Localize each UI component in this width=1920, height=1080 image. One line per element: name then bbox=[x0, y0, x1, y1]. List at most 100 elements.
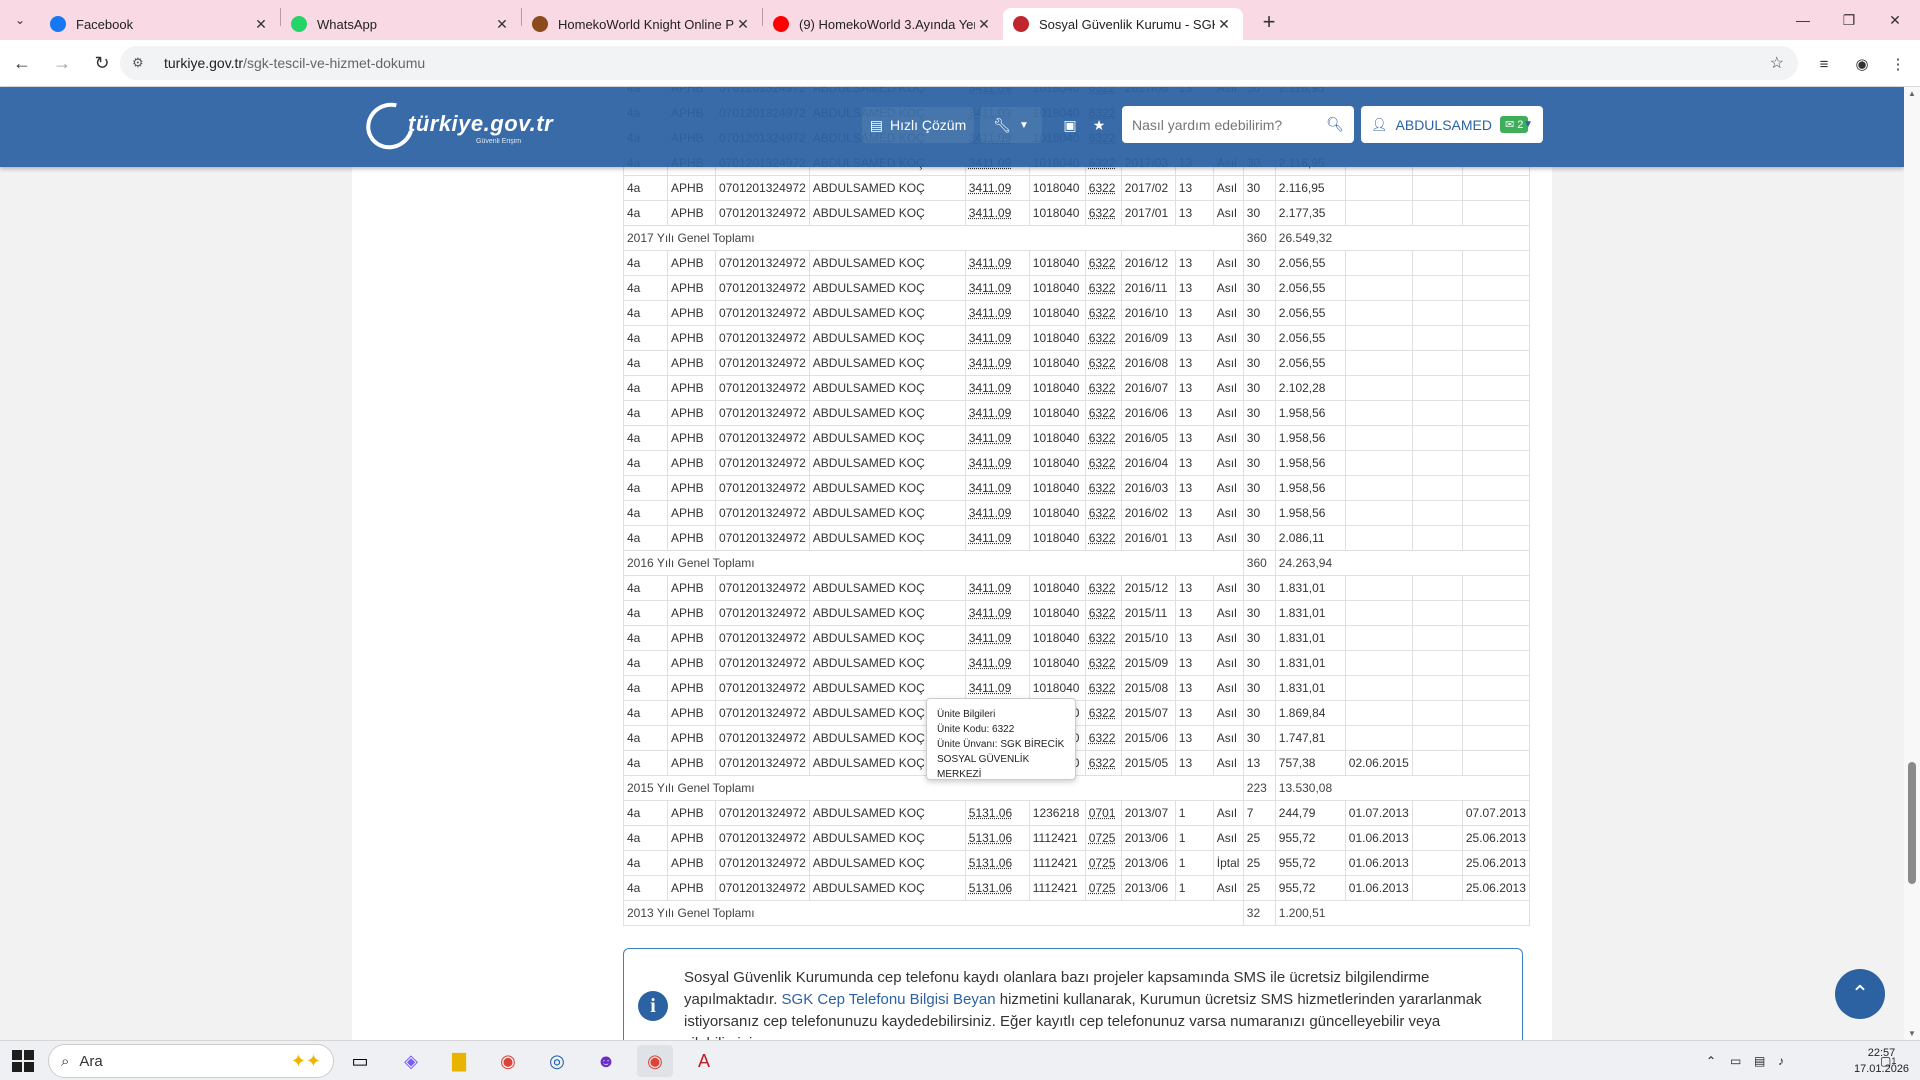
browser-menu-icon[interactable]: ⋮ bbox=[1882, 48, 1914, 80]
table-cell: 0701201324972 bbox=[715, 575, 810, 601]
unit-code-cell[interactable]: 0701 bbox=[1084, 800, 1122, 826]
unit-code-cell[interactable]: 6322 bbox=[1084, 600, 1122, 626]
unit-code-cell[interactable]: 6322 bbox=[1084, 450, 1122, 476]
table-row: 4aAPHB0701201324972ABDULSAMED KOÇ3411.09… bbox=[623, 300, 1530, 326]
table-cell: 25.06.2013 bbox=[1461, 825, 1530, 851]
unit-code-cell[interactable]: 6322 bbox=[1084, 325, 1122, 351]
browser-tab[interactable]: WhatsApp ✕ bbox=[281, 8, 521, 40]
unit-code-cell[interactable]: 6322 bbox=[1084, 300, 1122, 326]
turkiye-gov-logo[interactable]: türkiye.gov.tr Güvenli Erişim bbox=[357, 94, 566, 158]
volume-icon[interactable]: ♪ bbox=[1778, 1041, 1784, 1080]
chrome-app-icon[interactable]: ◉ bbox=[490, 1045, 526, 1077]
table-row: 4aAPHB0701201324972ABDULSAMED KOÇ3411.09… bbox=[623, 500, 1530, 526]
table-cell bbox=[1411, 625, 1463, 651]
scroll-to-top-button[interactable]: ⌃ bbox=[1835, 969, 1885, 1019]
browser-tab[interactable]: Facebook ✕ bbox=[40, 8, 280, 40]
browser-tab[interactable]: Sosyal Güvenlik Kurumu - SGK T ✕ bbox=[1003, 8, 1243, 40]
tools-dropdown-button[interactable]: 🔧︎ ▼ bbox=[980, 107, 1042, 143]
unit-code-cell[interactable]: 6322 bbox=[1084, 350, 1122, 376]
scrollbar-thumb[interactable] bbox=[1908, 762, 1916, 884]
copilot-app-icon[interactable]: ◈ bbox=[393, 1045, 429, 1077]
year-total-row: 2015 Yılı Genel Toplamı 223 13.530,08 bbox=[623, 775, 1530, 801]
unit-code-cell[interactable]: 6322 bbox=[1084, 575, 1122, 601]
tab-close-icon[interactable]: ✕ bbox=[493, 16, 511, 33]
task-view-icon[interactable]: ▭ bbox=[342, 1045, 378, 1077]
new-tab-button[interactable]: + bbox=[1251, 4, 1287, 40]
reload-button[interactable]: ↻ bbox=[84, 45, 120, 81]
battery-icon[interactable]: ▭ bbox=[1730, 1041, 1741, 1080]
unit-code-cell[interactable]: 6322 bbox=[1084, 200, 1122, 226]
unit-code-cell[interactable]: 0725 bbox=[1084, 875, 1122, 901]
windows-start-icon[interactable] bbox=[12, 1050, 34, 1072]
unit-code-cell[interactable]: 6322 bbox=[1084, 725, 1122, 751]
user-menu-button[interactable]: 👤︎ ABDULSAMED ✉ 2 ▼ bbox=[1361, 106, 1543, 143]
tab-search-button[interactable]: ⌄ bbox=[0, 0, 40, 40]
unit-code-cell[interactable]: 6322 bbox=[1084, 275, 1122, 301]
table-cell bbox=[1411, 750, 1463, 776]
unit-code-cell[interactable]: 6322 bbox=[1084, 375, 1122, 401]
tray-chevron-up-icon[interactable]: ⌃ bbox=[1706, 1041, 1716, 1080]
browser-tab[interactable]: HomekoWorld Knight Online Pv ✕ bbox=[522, 8, 762, 40]
media-control-icon[interactable]: ≡ bbox=[1808, 48, 1840, 80]
scroll-down-arrow-icon[interactable]: ▼ bbox=[1904, 1029, 1920, 1038]
network-icon[interactable]: ▤ bbox=[1754, 1041, 1765, 1080]
restore-button[interactable]: ❐ bbox=[1826, 0, 1872, 40]
id-card-icon[interactable]: ▣ bbox=[1056, 107, 1084, 143]
site-info-icon[interactable]: ⚙ bbox=[132, 55, 152, 71]
unit-code-cell[interactable]: 6322 bbox=[1084, 425, 1122, 451]
unit-code-cell[interactable]: 6322 bbox=[1084, 250, 1122, 276]
quick-solution-button[interactable]: ▤ Hızlı Çözüm bbox=[862, 107, 974, 143]
bookmark-star-icon[interactable]: ☆ bbox=[1770, 53, 1784, 73]
table-cell: 1.831,01 bbox=[1274, 600, 1346, 626]
table-cell: Asıl bbox=[1212, 425, 1244, 451]
unit-code-cell[interactable]: 6322 bbox=[1084, 500, 1122, 526]
taskbar-search[interactable]: ⌕ Ara ✦✦ bbox=[48, 1044, 334, 1078]
close-window-button[interactable]: ✕ bbox=[1872, 0, 1918, 40]
unit-code-cell[interactable]: 0725 bbox=[1084, 850, 1122, 876]
unit-code-cell[interactable]: 6322 bbox=[1084, 650, 1122, 676]
table-cell: 13 bbox=[1174, 375, 1214, 401]
table-cell: 0701201324972 bbox=[715, 725, 810, 751]
table-cell: 1.958,56 bbox=[1274, 475, 1346, 501]
scroll-up-arrow-icon[interactable]: ▲ bbox=[1904, 89, 1920, 98]
table-row: 4aAPHB0701201324972ABDULSAMED KOÇ3411.09… bbox=[623, 175, 1530, 201]
page-scrollbar[interactable]: ▲ ▼ bbox=[1904, 87, 1920, 1040]
unit-code-cell[interactable]: 6322 bbox=[1084, 625, 1122, 651]
table-cell: 1018040 bbox=[1028, 275, 1086, 301]
table-cell: APHB bbox=[667, 525, 716, 551]
table-cell: 2013/07 bbox=[1120, 800, 1176, 826]
table-cell: 3411.09 bbox=[964, 325, 1030, 351]
table-cell: 3411.09 bbox=[964, 400, 1030, 426]
tab-close-icon[interactable]: ✕ bbox=[975, 16, 993, 33]
unit-code-cell[interactable]: 6322 bbox=[1084, 475, 1122, 501]
forward-button[interactable]: → bbox=[44, 45, 80, 81]
back-button[interactable]: ← bbox=[4, 45, 40, 81]
unit-code-cell[interactable]: 6322 bbox=[1084, 175, 1122, 201]
favorites-star-icon[interactable]: ★ bbox=[1086, 107, 1112, 143]
table-cell: 25 bbox=[1242, 825, 1276, 851]
app-circle-icon[interactable]: ◎ bbox=[539, 1045, 575, 1077]
unit-code-cell[interactable]: 6322 bbox=[1084, 525, 1122, 551]
unit-code-cell[interactable]: 0725 bbox=[1084, 825, 1122, 851]
unit-code-cell[interactable]: 6322 bbox=[1084, 700, 1122, 726]
tab-close-icon[interactable]: ✕ bbox=[252, 16, 270, 33]
tab-close-icon[interactable]: ✕ bbox=[1215, 16, 1233, 33]
unit-code-cell[interactable]: 6322 bbox=[1084, 400, 1122, 426]
acrobat-app-icon[interactable]: A bbox=[686, 1045, 722, 1077]
discord-app-icon[interactable]: ☻ bbox=[588, 1045, 624, 1077]
unit-code-cell[interactable]: 6322 bbox=[1084, 750, 1122, 776]
chrome-active-app-icon[interactable]: ◉ bbox=[637, 1045, 673, 1077]
search-icon[interactable]: 🔍︎ bbox=[1326, 116, 1344, 133]
profile-avatar[interactable]: ◉ bbox=[1846, 48, 1878, 80]
sgk-phone-link[interactable]: SGK Cep Telefonu Bilgisi Beyan bbox=[782, 991, 996, 1008]
unit-code-cell[interactable]: 6322 bbox=[1084, 675, 1122, 701]
notification-icon[interactable]: ▢ 1 bbox=[1880, 1041, 1896, 1080]
file-explorer-icon[interactable]: ▇ bbox=[441, 1045, 477, 1077]
tab-close-icon[interactable]: ✕ bbox=[734, 16, 752, 33]
browser-tab[interactable]: (9) HomekoWorld 3.Ayında Yen ✕ bbox=[763, 8, 1003, 40]
search-input[interactable] bbox=[1132, 116, 1322, 133]
table-cell bbox=[1461, 425, 1530, 451]
table-cell: APHB bbox=[667, 450, 716, 476]
address-bar[interactable]: ⚙ turkiye.gov.tr/sgk-tescil-ve-hizmet-do… bbox=[120, 46, 1798, 80]
minimize-button[interactable]: — bbox=[1780, 0, 1826, 40]
